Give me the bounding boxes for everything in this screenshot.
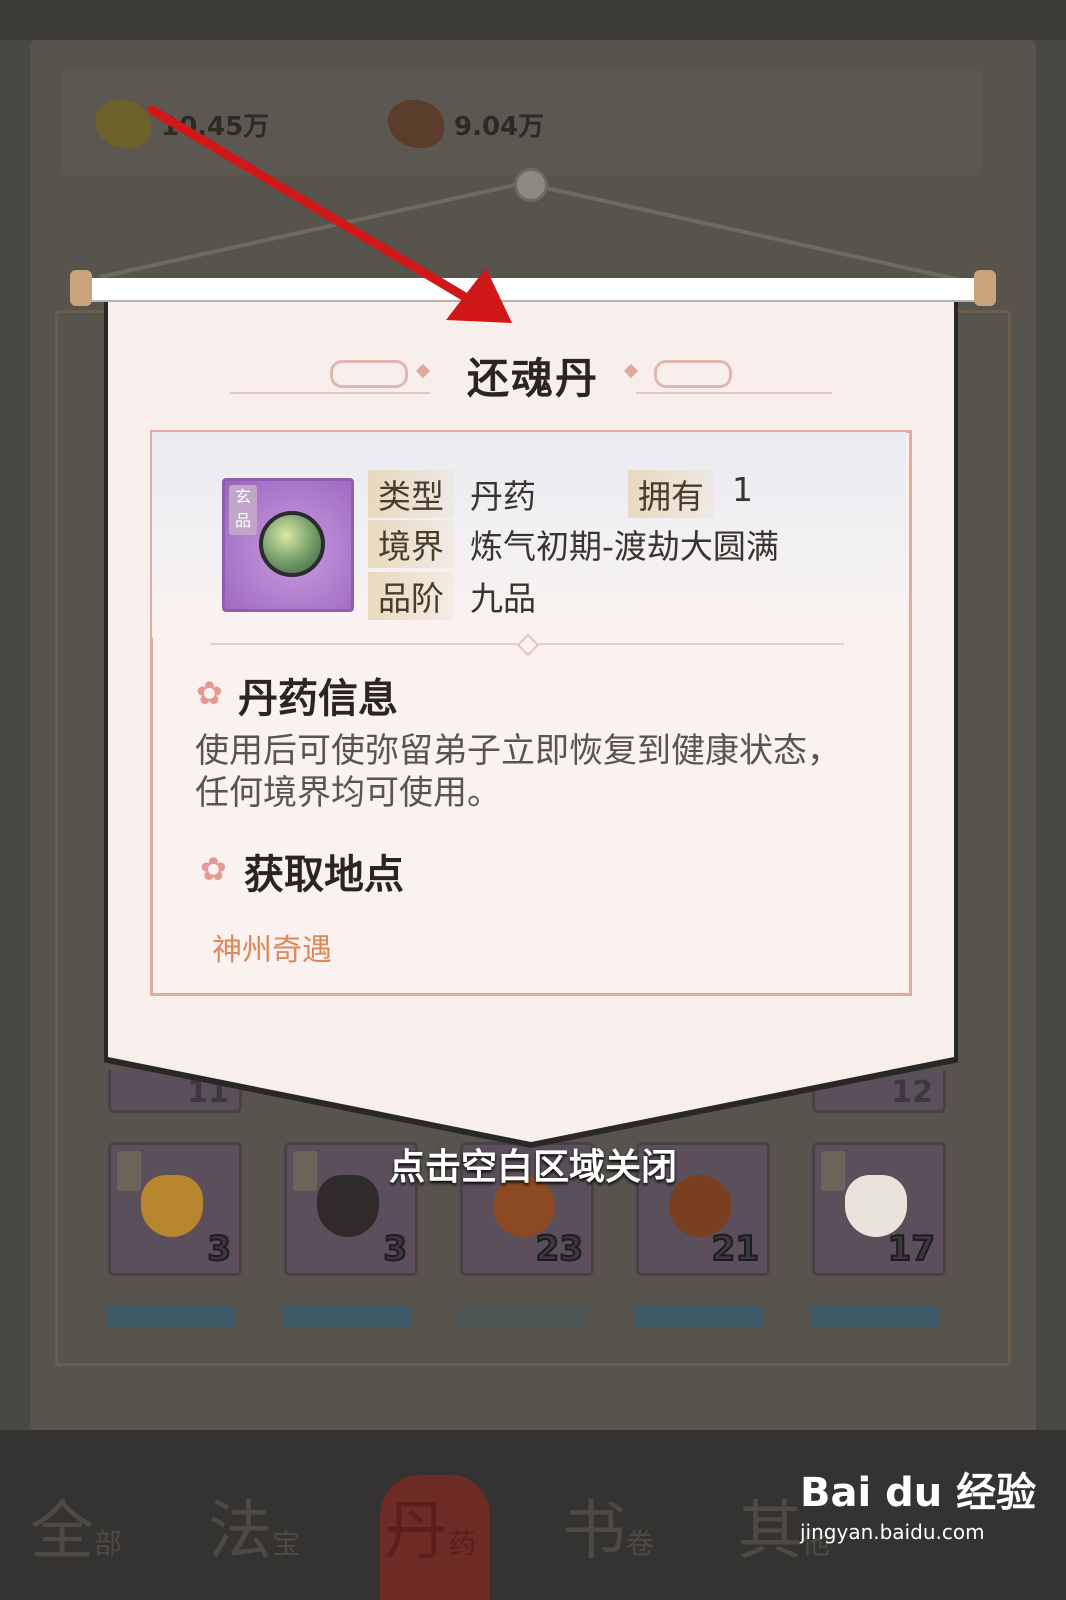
- annotation-arrow-icon: [147, 105, 512, 323]
- baidu-watermark: Bai du 经验 jingyan.baidu.com: [800, 1460, 1036, 1544]
- watermark-logo: Bai du 经验: [800, 1470, 1037, 1516]
- watermark-url: jingyan.baidu.com: [800, 1520, 985, 1544]
